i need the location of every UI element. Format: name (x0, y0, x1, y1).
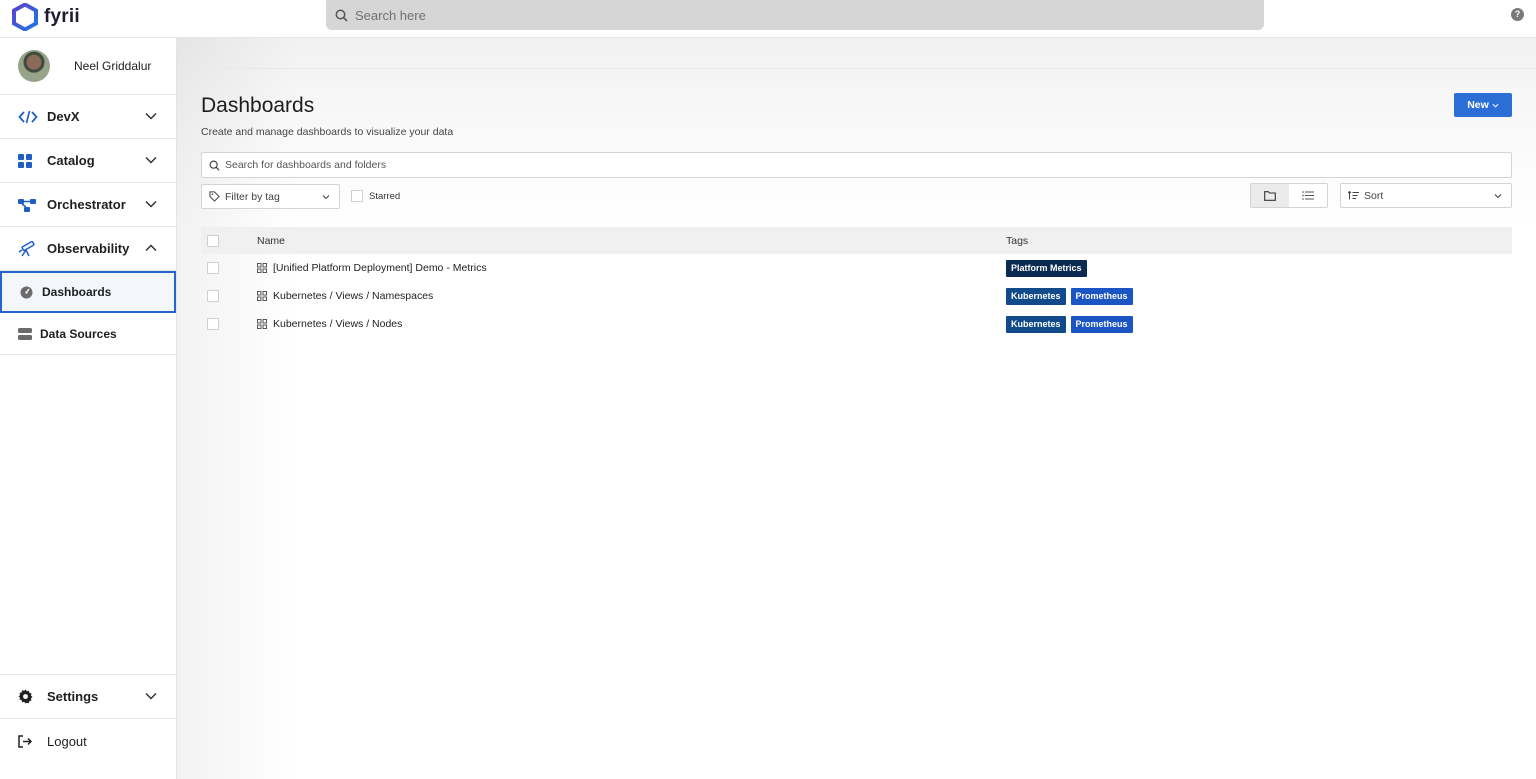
starred-filter[interactable]: Starred (351, 190, 400, 202)
column-header-name[interactable]: Name (257, 235, 285, 247)
sidebar-item-observability[interactable]: Observability (0, 227, 176, 271)
row-tags: Kubernetes Prometheus (1006, 315, 1133, 333)
sort-icon (1348, 191, 1359, 200)
tag-badge[interactable]: Prometheus (1070, 287, 1133, 305)
telescope-icon (18, 240, 40, 258)
dashboard-grid-icon (257, 319, 267, 329)
new-button[interactable]: New (1454, 93, 1512, 117)
list-view-button[interactable] (1289, 184, 1327, 207)
app-logo[interactable]: fyrii (12, 3, 80, 31)
chevron-down-icon (1494, 194, 1502, 199)
dashboard-name: Kubernetes / Views / Namespaces (273, 290, 434, 302)
chevron-down-icon[interactable] (144, 153, 158, 167)
chevron-down-icon[interactable] (144, 197, 158, 211)
row-checkbox[interactable] (207, 318, 219, 330)
workflow-icon (18, 196, 40, 214)
tag-icon (209, 191, 220, 202)
page-title: Dashboards (201, 94, 315, 117)
dashboard-search-bar[interactable] (201, 152, 1512, 178)
sidebar-item-dashboards[interactable]: Dashboards (0, 271, 176, 313)
grid-icon (18, 152, 40, 170)
sidebar-item-settings[interactable]: Settings (0, 675, 176, 719)
row-checkbox[interactable] (207, 290, 219, 302)
avatar (18, 50, 50, 82)
sidebar-item-data-sources[interactable]: Data Sources (0, 313, 176, 355)
sidebar-item-label: DevX (47, 109, 80, 124)
folder-icon (1264, 190, 1276, 201)
dashboard-search-input[interactable] (225, 159, 1505, 171)
new-button-label: New (1467, 99, 1489, 111)
chevron-down-icon (1492, 103, 1499, 108)
dashboard-link[interactable]: Kubernetes / Views / Namespaces (257, 290, 433, 302)
dashboard-name: Kubernetes / Views / Nodes (273, 318, 403, 330)
dashboards-table: Name Tags [Unified Platform Deployment] … (201, 227, 1512, 338)
sidebar-item-label: Observability (47, 241, 130, 256)
search-icon (335, 9, 348, 22)
sidebar-item-logout[interactable]: Logout (0, 719, 176, 763)
tag-badge[interactable]: Kubernetes (1006, 287, 1066, 305)
sidebar-item-label: Logout (47, 733, 87, 749)
filter-by-tag-label: Filter by tag (225, 190, 280, 203)
global-search-bar[interactable] (326, 0, 1264, 30)
user-profile[interactable]: Neel Griddalur (0, 38, 176, 95)
page-subtitle: Create and manage dashboards to visualiz… (201, 126, 454, 138)
tag-badge[interactable]: Prometheus (1070, 315, 1133, 333)
main-content: Dashboards Create and manage dashboards … (177, 38, 1536, 779)
chevron-up-icon[interactable] (144, 241, 158, 255)
sidebar-item-label: Orchestrator (47, 197, 126, 212)
chevron-down-icon (322, 195, 330, 200)
tag-badge[interactable]: Kubernetes (1006, 315, 1066, 333)
list-icon (1302, 191, 1314, 200)
sidebar-footer: Settings Logout (0, 674, 176, 763)
global-search-input[interactable] (355, 7, 1235, 23)
column-header-tags: Tags (1006, 234, 1029, 247)
sidebar-item-label: Data Sources (40, 326, 117, 341)
dashboard-name: [Unified Platform Deployment] Demo - Met… (273, 262, 487, 274)
sidebar-item-devx[interactable]: DevX (0, 95, 176, 139)
hexagon-logo-icon (12, 3, 38, 31)
chevron-down-icon[interactable] (144, 689, 158, 703)
starred-label: Starred (369, 190, 401, 202)
table-header: Name Tags (201, 227, 1512, 254)
gear-icon (18, 688, 40, 706)
sort-label: Sort (1364, 189, 1384, 202)
dashboard-grid-icon (257, 291, 267, 301)
sort-select[interactable]: Sort (1340, 183, 1512, 208)
starred-checkbox[interactable] (351, 190, 363, 202)
gauge-icon (20, 283, 42, 301)
sidebar-item-label: Catalog (47, 153, 95, 168)
chevron-down-icon[interactable] (144, 109, 158, 123)
dashboard-grid-icon (257, 263, 267, 273)
tag-badge[interactable]: Platform Metrics (1006, 259, 1087, 277)
filter-by-tag-select[interactable]: Filter by tag (201, 184, 340, 209)
database-icon (18, 325, 40, 343)
top-bar: fyrii ? (0, 0, 1536, 38)
row-tags: Platform Metrics (1006, 259, 1087, 277)
divider (177, 68, 1536, 69)
sidebar-item-orchestrator[interactable]: Orchestrator (0, 183, 176, 227)
logout-icon (18, 732, 40, 750)
select-all-checkbox[interactable] (207, 235, 219, 247)
row-tags: Kubernetes Prometheus (1006, 287, 1133, 305)
sidebar-item-label: Settings (47, 689, 99, 704)
user-name: Neel Griddalur (74, 59, 152, 73)
folder-view-button[interactable] (1251, 184, 1289, 207)
code-icon (18, 108, 40, 126)
app-name: fyrii (44, 6, 80, 27)
sidebar-item-label: Dashboards (42, 285, 112, 299)
sidebar: Neel Griddalur DevX Catalog Orchestrator… (0, 38, 177, 779)
view-toggle (1250, 183, 1328, 208)
table-row[interactable]: [Unified Platform Deployment] Demo - Met… (201, 254, 1512, 282)
row-checkbox[interactable] (207, 262, 219, 274)
dashboard-link[interactable]: Kubernetes / Views / Nodes (257, 318, 402, 330)
search-icon (209, 160, 220, 171)
table-row[interactable]: Kubernetes / Views / Nodes Kubernetes Pr… (201, 310, 1512, 338)
main-shadow (177, 38, 297, 779)
help-icon[interactable]: ? (1511, 8, 1524, 21)
dashboard-link[interactable]: [Unified Platform Deployment] Demo - Met… (257, 262, 487, 274)
sidebar-item-catalog[interactable]: Catalog (0, 139, 176, 183)
table-row[interactable]: Kubernetes / Views / Namespaces Kubernet… (201, 282, 1512, 310)
